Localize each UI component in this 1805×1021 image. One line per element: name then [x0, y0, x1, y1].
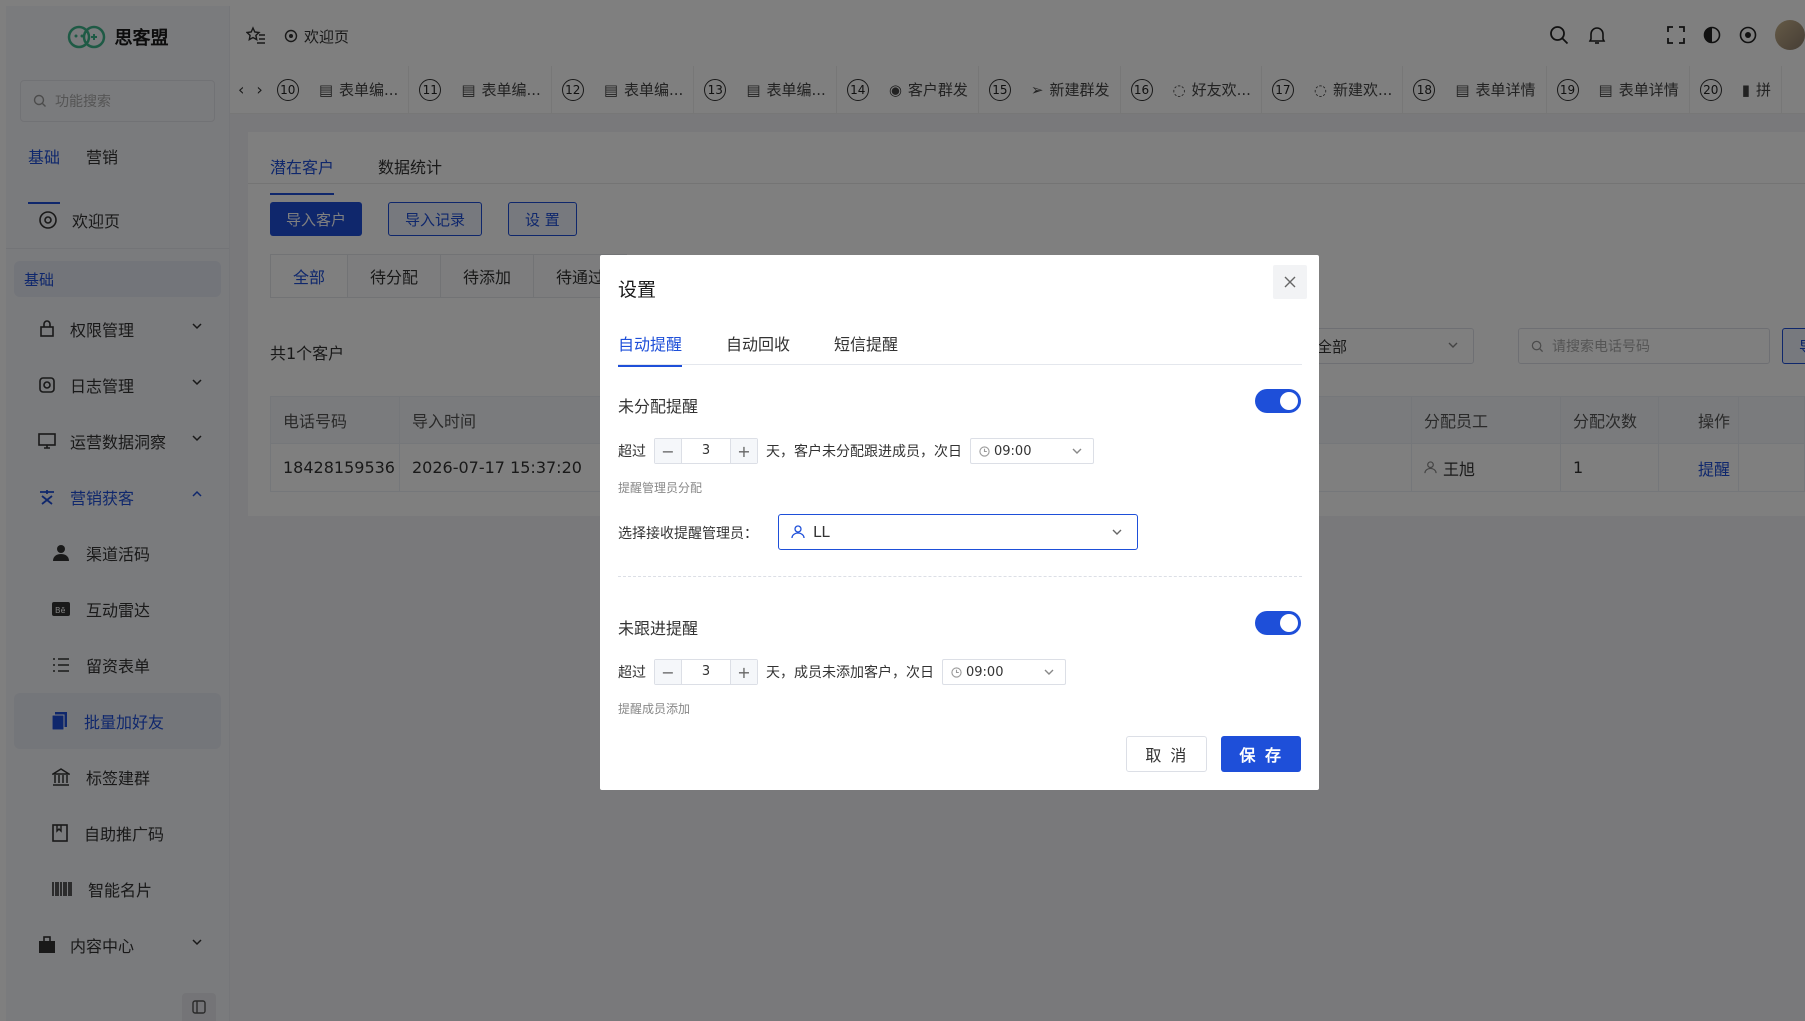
unfollowed-remind-label: 未跟进提醒 [618, 619, 699, 638]
unassigned-hint: 提醒管理员分配 [618, 481, 703, 495]
chevron-down-icon [1112, 529, 1122, 535]
days-stepper: − 3 + [654, 438, 758, 464]
unfollowed-remind-toggle[interactable] [1255, 611, 1301, 635]
tab-auto-remind[interactable]: 自动提醒 [618, 331, 683, 367]
modal-footer: 取 消 保 存 [1126, 736, 1301, 772]
unfollowed-hint: 提醒成员添加 [618, 702, 691, 716]
cancel-button[interactable]: 取 消 [1126, 736, 1208, 772]
rule-prefix: 超过 [618, 444, 646, 460]
time-picker[interactable]: 09:00 [942, 659, 1066, 685]
manager-label: 选择接收提醒管理员： [618, 526, 758, 542]
manager-value: LL [813, 523, 830, 541]
rule-prefix: 超过 [618, 665, 646, 681]
clock-icon [951, 666, 962, 678]
save-button[interactable]: 保 存 [1221, 736, 1301, 772]
user-icon [791, 525, 805, 539]
increment-button[interactable]: + [731, 439, 757, 463]
settings-modal: 设置 自动提醒 自动回收 短信提醒 未分配提醒 超过 − 3 + 天，客户未分配… [600, 255, 1319, 790]
clock-icon [979, 445, 990, 457]
chevron-down-icon [1044, 669, 1054, 675]
time-picker[interactable]: 09:00 [970, 438, 1094, 464]
section-divider [618, 576, 1302, 577]
close-icon [1284, 276, 1296, 288]
unfollowed-rule: 超过 − 3 + 天，成员未添加客户，次日 09:00 [618, 659, 1066, 685]
increment-button[interactable]: + [731, 660, 757, 684]
rule-suffix: 天，客户未分配跟进成员，次日 [766, 444, 962, 460]
toggle-knob [1280, 392, 1298, 410]
tab-sms-remind[interactable]: 短信提醒 [834, 331, 898, 365]
days-value[interactable]: 3 [681, 660, 731, 684]
manager-select[interactable]: LL [778, 514, 1138, 550]
chevron-down-icon [1072, 448, 1082, 454]
time-value: 09:00 [994, 443, 1032, 459]
days-stepper: − 3 + [654, 659, 758, 685]
decrement-button[interactable]: − [655, 660, 681, 684]
toggle-knob [1280, 614, 1298, 632]
time-value: 09:00 [966, 664, 1004, 680]
rule-suffix: 天，成员未添加客户，次日 [766, 665, 934, 681]
unassigned-remind-toggle[interactable] [1255, 389, 1301, 413]
decrement-button[interactable]: − [655, 439, 681, 463]
tab-auto-recycle[interactable]: 自动回收 [726, 331, 790, 365]
close-button[interactable] [1273, 265, 1307, 299]
days-value[interactable]: 3 [681, 439, 731, 463]
unassigned-rule: 超过 − 3 + 天，客户未分配跟进成员，次日 09:00 [618, 438, 1094, 464]
unassigned-remind-label: 未分配提醒 [618, 397, 699, 416]
modal-tabs: 自动提醒 自动回收 短信提醒 [618, 331, 1302, 367]
modal-title: 设置 [618, 279, 657, 301]
